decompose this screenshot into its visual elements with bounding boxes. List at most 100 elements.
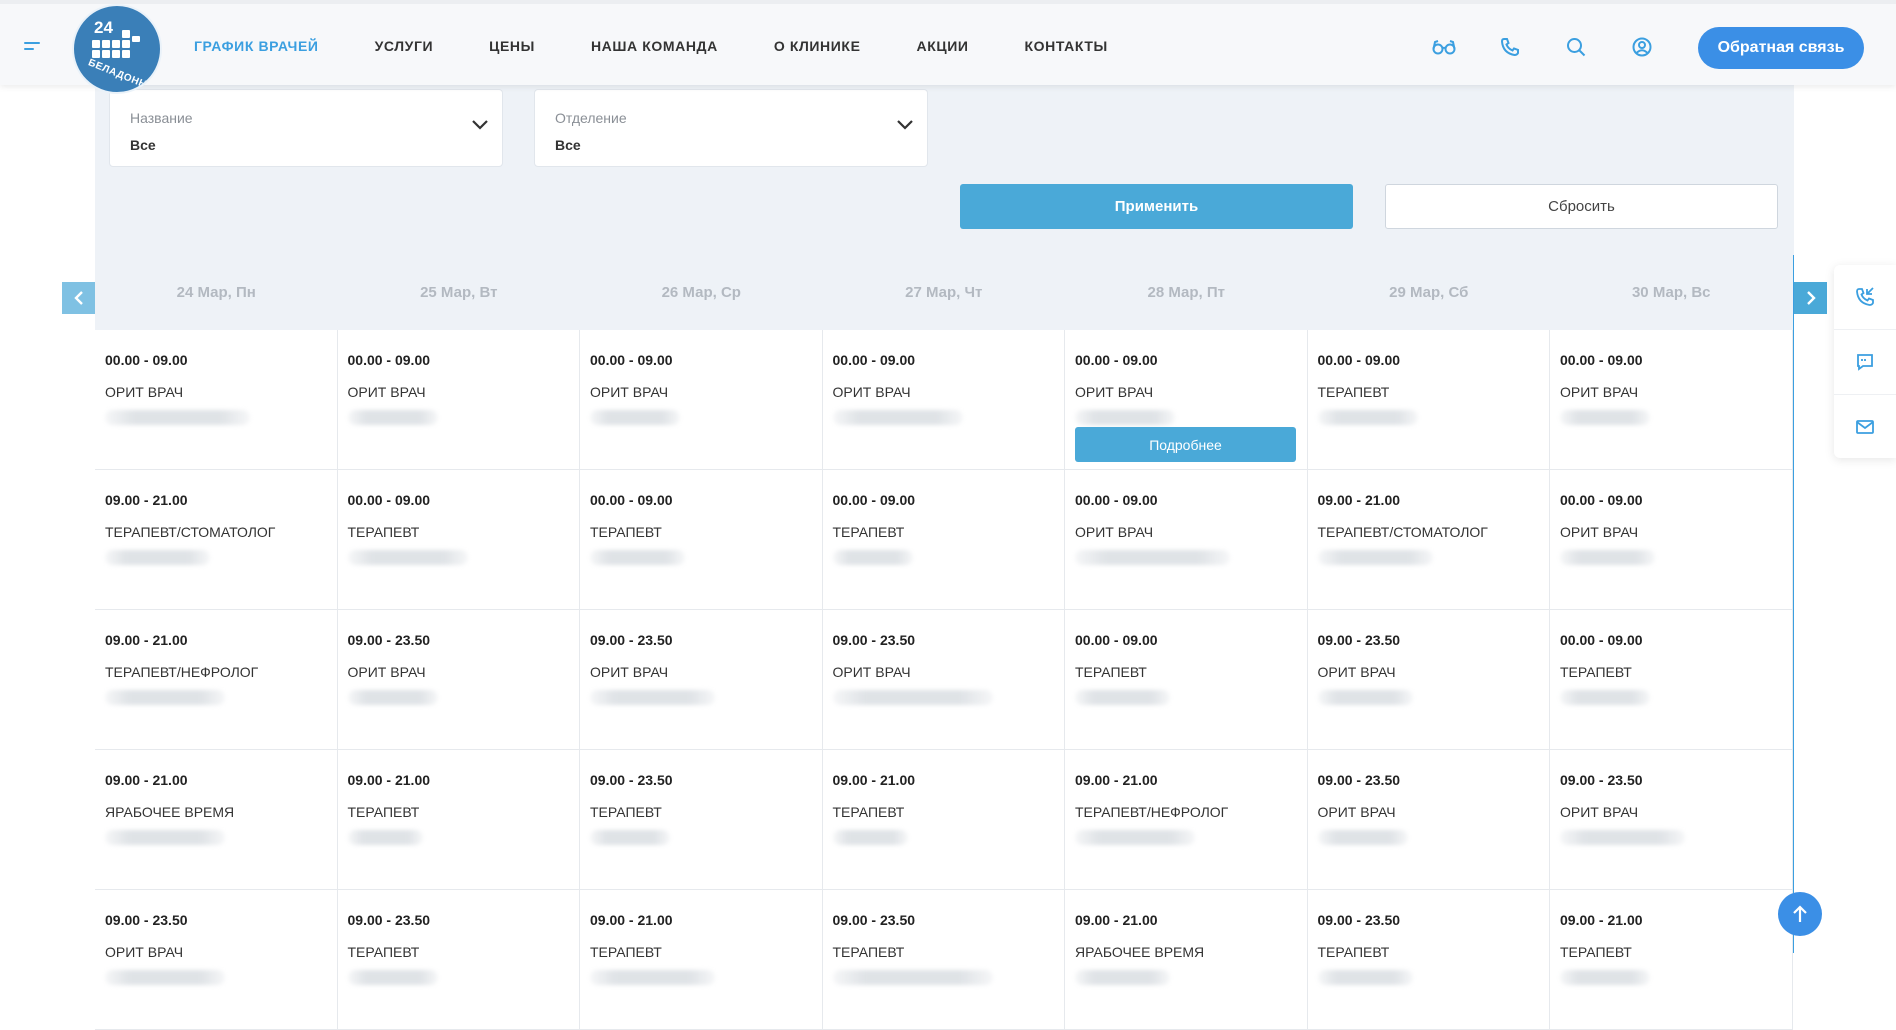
shift-time: 00.00 - 09.00 — [105, 352, 188, 368]
doctor-role: ОРИТ ВРАЧ — [1075, 524, 1154, 540]
doctor-name-redacted — [832, 970, 993, 985]
glasses-icon[interactable] — [1432, 35, 1456, 59]
doctor-role: ТЕРАПЕВТ — [832, 944, 905, 960]
doctor-name-redacted — [832, 410, 963, 425]
user-icon[interactable] — [1630, 35, 1654, 59]
nav-prices[interactable]: ЦЕНЫ — [489, 38, 535, 54]
shift-time: 09.00 - 23.50 — [347, 912, 431, 928]
shift-time: 09.00 - 23.50 — [1317, 912, 1401, 928]
doctor-name-redacted — [832, 690, 993, 705]
doctor-name-redacted — [1075, 550, 1230, 565]
nav-promotions[interactable]: АКЦИИ — [917, 38, 969, 54]
day-header-row: 24 Мар, Пн 25 Мар, Вт 26 Мар, Ср 27 Мар,… — [95, 255, 1793, 330]
feedback-button[interactable]: Обратная связь — [1698, 27, 1864, 69]
prev-week-button[interactable] — [62, 282, 95, 314]
department-select[interactable]: Отделение Все — [534, 89, 928, 167]
doctor-role: ОРИТ ВРАЧ — [105, 944, 184, 960]
doctor-role: ТЕРАПЕВТ — [347, 944, 420, 960]
doctor-name-redacted — [1075, 970, 1170, 985]
department-select-label: Отделение — [555, 110, 627, 126]
schedule-cell: 00.00 - 09.00 ТЕРАПЕВТ — [1307, 330, 1550, 470]
chevron-left-icon — [73, 291, 83, 305]
next-week-button[interactable] — [1794, 282, 1827, 314]
day-header: 28 Мар, Пт — [1147, 284, 1225, 301]
doctor-name-redacted — [1317, 830, 1408, 845]
schedule-cell: 00.00 - 09.00 ОРИТ ВРАЧ — [1550, 330, 1793, 470]
doctor-name-redacted — [1075, 830, 1195, 845]
doctor-name-redacted — [347, 690, 438, 705]
doctor-name-redacted — [1560, 830, 1685, 845]
schedule-cell: 00.00 - 09.00 ОРИТ ВРАЧ Подробнее — [1065, 330, 1308, 470]
phone-icon[interactable] — [1498, 35, 1522, 59]
details-button[interactable]: Подробнее — [1075, 427, 1296, 462]
shift-time: 09.00 - 23.50 — [1317, 632, 1401, 648]
schedule-cell: 09.00 - 23.50 ОРИТ ВРАЧ — [1550, 750, 1793, 890]
doctor-role: ОРИТ ВРАЧ — [1317, 664, 1396, 680]
schedule-cell: 09.00 - 23.50 ОРИТ ВРАЧ — [1307, 610, 1550, 750]
department-select-value: Все — [555, 137, 581, 153]
doctor-role: ТЕРАПЕВТ — [590, 804, 662, 820]
shift-time: 09.00 - 21.00 — [105, 492, 188, 508]
nav-doctor-schedule[interactable]: ГРАФИК ВРАЧЕЙ — [194, 38, 319, 54]
shift-time: 00.00 - 09.00 — [832, 352, 916, 368]
chevron-right-icon — [1806, 291, 1816, 305]
shift-time: 00.00 - 09.00 — [1560, 352, 1643, 368]
name-select-label: Название — [130, 110, 193, 126]
scroll-to-top-button[interactable] — [1778, 892, 1822, 936]
doctor-role: ТЕРАПЕВТ/СТОМАТОЛОГ — [105, 524, 276, 540]
apply-button[interactable]: Применить — [960, 184, 1353, 229]
schedule-cell: 00.00 - 09.00 ТЕРАПЕВТ — [580, 470, 823, 610]
doctor-role: ТЕРАПЕВТ/СТОМАТОЛОГ — [1317, 524, 1488, 540]
mail-icon[interactable] — [1834, 395, 1896, 459]
shift-time: 00.00 - 09.00 — [1075, 632, 1158, 648]
nav-services[interactable]: УСЛУГИ — [375, 38, 434, 54]
chat-icon[interactable] — [1834, 330, 1896, 395]
schedule-cell: 00.00 - 09.00 ОРИТ ВРАЧ — [337, 330, 580, 470]
schedule-cell: 09.00 - 23.50 ОРИТ ВРАЧ — [95, 890, 338, 1030]
schedule-cell: 09.00 - 23.50 ТЕРАПЕВТ — [822, 890, 1065, 1030]
name-select[interactable]: Название Все — [109, 89, 503, 167]
phone-callback-icon[interactable] — [1834, 265, 1896, 330]
doctor-name-redacted — [832, 830, 908, 845]
day-header: 24 Мар, Пн — [176, 284, 256, 301]
schedule-cell: 09.00 - 23.50 ТЕРАПЕВТ — [580, 750, 823, 890]
schedule-cell: 09.00 - 23.50 ТЕРАПЕВТ — [1307, 890, 1550, 1030]
doctor-role: ТЕРАПЕВТ — [347, 804, 420, 820]
doctor-name-redacted — [590, 410, 680, 425]
arrow-up-icon — [1793, 905, 1807, 922]
doctor-role: ТЕРАПЕВТ — [832, 804, 905, 820]
shift-time: 00.00 - 09.00 — [1075, 492, 1158, 508]
shift-time: 00.00 - 09.00 — [590, 352, 673, 368]
shift-time: 00.00 - 09.00 — [1560, 492, 1643, 508]
nav-team[interactable]: НАША КОМАНДА — [591, 38, 718, 54]
shift-time: 00.00 - 09.00 — [1560, 632, 1643, 648]
doctor-schedule: 24 Мар, Пн 25 Мар, Вт 26 Мар, Ср 27 Мар,… — [95, 255, 1794, 1030]
nav-about[interactable]: О КЛИНИКЕ — [774, 38, 861, 54]
doctor-name-redacted — [1560, 550, 1655, 565]
doctor-role: ОРИТ ВРАЧ — [1317, 804, 1396, 820]
schedule-cell: 09.00 - 21.00 ТЕРАПЕВТ — [822, 750, 1065, 890]
menu-icon[interactable] — [24, 42, 42, 54]
doctor-name-redacted — [105, 830, 225, 845]
site-header: 24 БЕЛАДОННА ГРАФИК ВРАЧЕЙ УСЛУГИ ЦЕНЫ Н… — [0, 0, 1896, 94]
schedule-cell: 00.00 - 09.00 ТЕРАПЕВТ — [822, 470, 1065, 610]
schedule-grid: 00.00 - 09.00 ОРИТ ВРАЧ 00.00 - 09.00 ОРИТ … — [95, 330, 1793, 1030]
shift-time: 09.00 - 21.00 — [1075, 912, 1158, 928]
doctor-name-redacted — [1317, 690, 1413, 705]
shift-time: 00.00 - 09.00 — [590, 492, 673, 508]
doctor-role: ОРИТ ВРАЧ — [590, 384, 669, 400]
doctor-name-redacted — [590, 690, 715, 705]
shift-time: 00.00 - 09.00 — [347, 352, 431, 368]
nav-contacts[interactable]: КОНТАКТЫ — [1025, 38, 1108, 54]
search-icon[interactable] — [1564, 35, 1588, 59]
shift-time: 00.00 - 09.00 — [832, 492, 916, 508]
doctor-role: ОРИТ ВРАЧ — [1560, 384, 1639, 400]
doctor-name-redacted — [1560, 690, 1650, 705]
reset-button[interactable]: Сбросить — [1385, 184, 1778, 229]
doctor-role: ЯРАБОЧЕЕ ВРЕМЯ — [105, 804, 235, 820]
schedule-cell: 09.00 - 23.50 ОРИТ ВРАЧ — [1307, 750, 1550, 890]
clinic-logo[interactable]: 24 БЕЛАДОННА — [72, 4, 162, 94]
shift-time: 09.00 - 23.50 — [832, 632, 916, 648]
doctor-role: ОРИТ ВРАЧ — [347, 384, 426, 400]
schedule-cell: 00.00 - 09.00 ОРИТ ВРАЧ — [95, 330, 338, 470]
